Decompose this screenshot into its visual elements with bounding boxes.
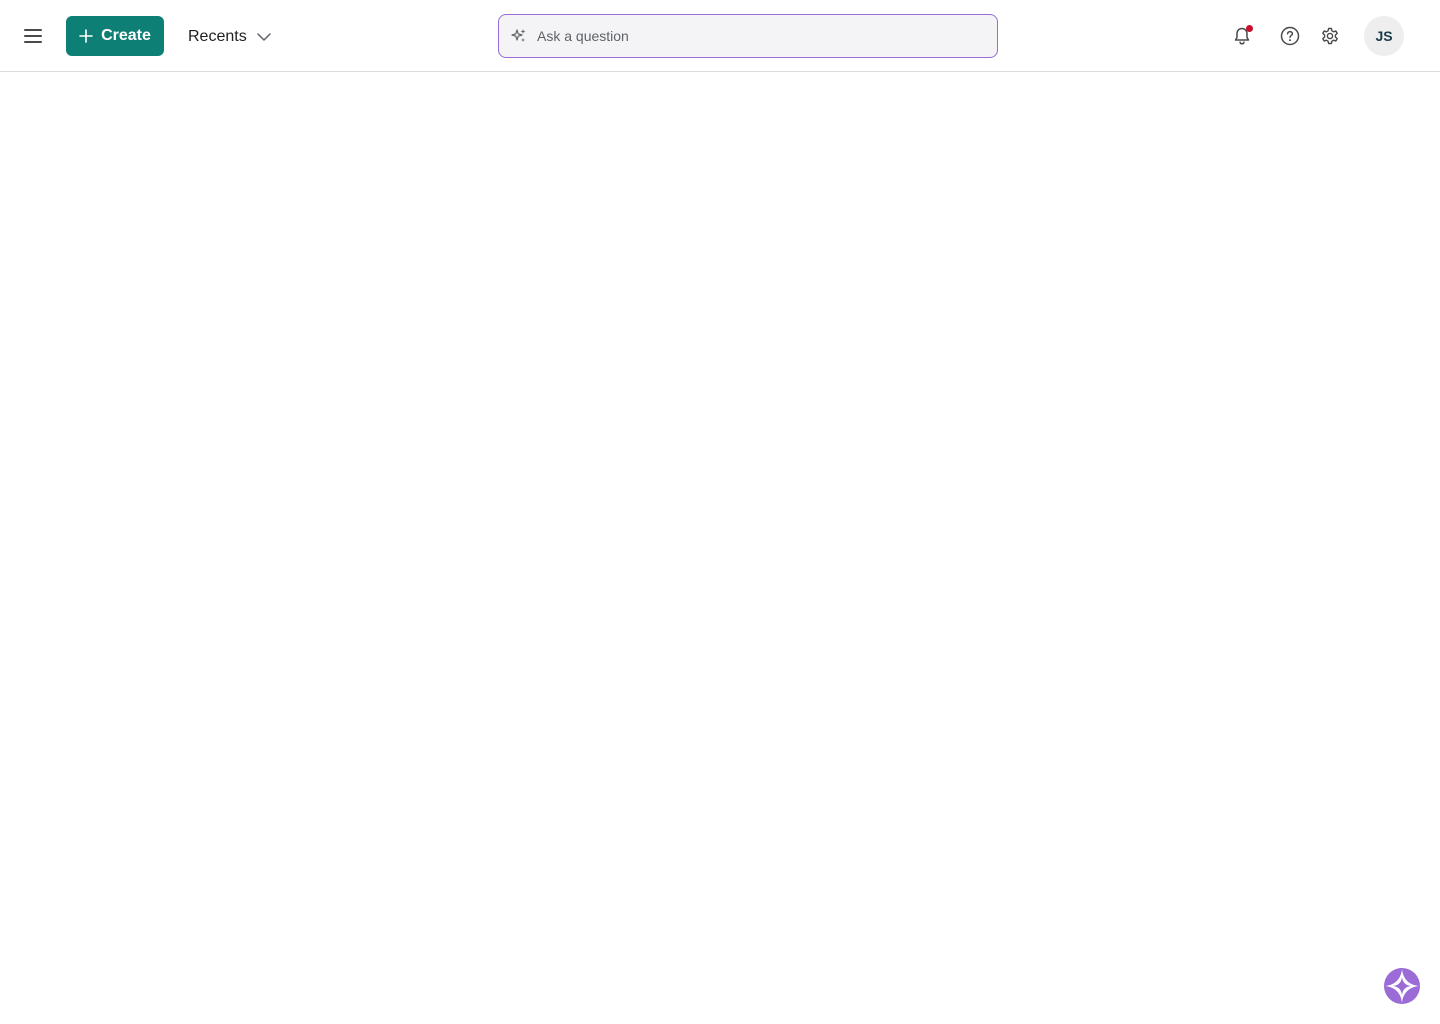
gear-icon — [1322, 27, 1338, 45]
hamburger-menu-icon — [24, 29, 42, 43]
menu-button[interactable] — [18, 21, 48, 51]
user-avatar[interactable]: JS — [1364, 16, 1404, 56]
create-button-label: Create — [101, 27, 151, 44]
user-initials: JS — [1375, 28, 1393, 44]
assistant-sparkle-icon — [1384, 968, 1420, 1004]
notifications-button[interactable] — [1230, 24, 1254, 48]
chevron-down-icon — [256, 33, 271, 41]
recents-dropdown[interactable]: Recents — [188, 24, 271, 50]
notification-dot — [1246, 25, 1253, 32]
create-button[interactable]: Create — [66, 16, 164, 56]
ask-question-input[interactable] — [537, 28, 957, 44]
assistant-button[interactable] — [1384, 968, 1420, 1004]
plus-icon — [79, 29, 93, 43]
sparkle-icon — [511, 28, 527, 44]
main-content — [0, 73, 1440, 1024]
settings-button[interactable] — [1318, 24, 1342, 48]
help-button[interactable] — [1278, 24, 1302, 48]
top-bar: Create Recents Ask a question JS — [0, 0, 1440, 72]
help-circle-icon — [1280, 26, 1300, 46]
recents-label: Recents — [188, 28, 247, 45]
ask-question-box[interactable] — [498, 14, 998, 58]
